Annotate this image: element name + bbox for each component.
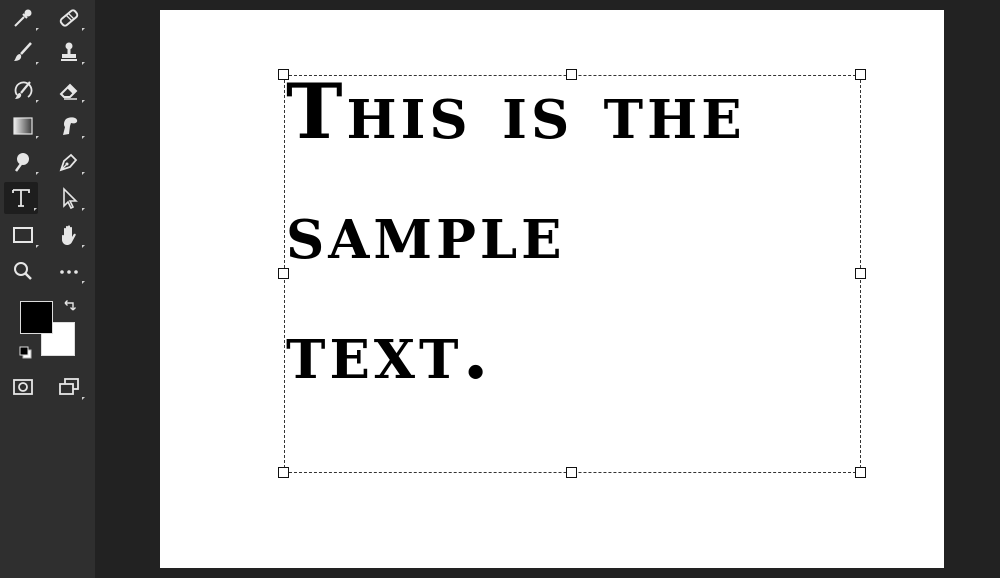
transform-handle-bottom-center[interactable]	[566, 467, 577, 478]
tool-flyout-indicator	[82, 281, 85, 284]
history-brush-tool[interactable]	[6, 74, 40, 106]
path-selection-tool[interactable]	[52, 182, 86, 214]
quick-mask-icon	[13, 379, 33, 395]
tool-flyout-indicator	[82, 208, 85, 211]
more-tools-button[interactable]	[52, 255, 86, 287]
transform-handle-middle-right[interactable]	[855, 268, 866, 279]
tool-flyout-indicator	[82, 136, 85, 139]
tool-flyout-indicator	[34, 208, 37, 211]
rectangle-icon	[13, 227, 33, 243]
transform-handle-top-left[interactable]	[278, 69, 289, 80]
swap-colors-button[interactable]	[62, 298, 78, 314]
rectangle-tool[interactable]	[6, 219, 40, 251]
transform-handle-top-right[interactable]	[855, 69, 866, 80]
hand-tool[interactable]	[52, 219, 86, 251]
tools-panel	[0, 0, 95, 578]
zoom-icon	[14, 262, 32, 280]
tool-flyout-indicator	[36, 136, 39, 139]
transform-handle-bottom-right[interactable]	[855, 467, 866, 478]
tool-flyout-indicator	[36, 100, 39, 103]
transform-handle-top-center[interactable]	[566, 69, 577, 80]
eraser-icon	[59, 83, 78, 100]
hand-icon	[62, 225, 76, 245]
clone-stamp-icon	[61, 42, 77, 61]
tool-flyout-indicator	[82, 172, 85, 175]
default-colors-button[interactable]	[18, 345, 34, 361]
quick-mask-button[interactable]	[6, 371, 40, 403]
tool-flyout-indicator	[36, 245, 39, 248]
healing-brush-icon	[59, 9, 79, 27]
tool-flyout-indicator	[36, 62, 39, 65]
brush-tool[interactable]	[6, 36, 40, 68]
type-tool[interactable]	[4, 182, 38, 214]
tool-flyout-indicator	[36, 28, 39, 31]
tool-flyout-indicator	[82, 62, 85, 65]
type-icon	[12, 189, 30, 207]
path-selection-icon	[63, 187, 78, 210]
eraser-tool[interactable]	[52, 74, 86, 106]
transform-handle-bottom-left[interactable]	[278, 467, 289, 478]
more-tools-icon	[60, 270, 78, 274]
tool-flyout-indicator	[36, 172, 39, 175]
pen-tool[interactable]	[52, 146, 86, 178]
healing-brush-tool[interactable]	[52, 2, 86, 34]
tool-flyout-indicator	[82, 28, 85, 31]
tool-flyout-indicator	[82, 397, 85, 400]
zoom-tool[interactable]	[6, 255, 40, 287]
pen-icon	[59, 153, 78, 172]
dodge-tool[interactable]	[6, 146, 40, 178]
history-brush-icon	[14, 81, 33, 99]
smudge-tool[interactable]	[52, 110, 86, 142]
gradient-tool[interactable]	[6, 110, 40, 142]
swap-arrows-icon	[64, 300, 76, 311]
tool-flyout-indicator	[82, 100, 85, 103]
default-colors-icon	[19, 346, 32, 359]
smudge-icon	[63, 117, 78, 135]
eyedropper-tool[interactable]	[6, 2, 40, 34]
screen-mode-button[interactable]	[52, 371, 86, 403]
screen-mode-icon	[59, 378, 79, 395]
eyedropper-icon	[14, 9, 32, 27]
gradient-icon	[13, 117, 33, 135]
foreground-color-swatch[interactable]	[20, 301, 53, 334]
clone-stamp-tool[interactable]	[52, 36, 86, 68]
transform-handle-middle-left[interactable]	[278, 268, 289, 279]
brush-icon	[14, 42, 32, 61]
tool-flyout-indicator	[82, 245, 85, 248]
dodge-icon	[14, 153, 29, 172]
text-bounding-box[interactable]	[284, 75, 861, 473]
